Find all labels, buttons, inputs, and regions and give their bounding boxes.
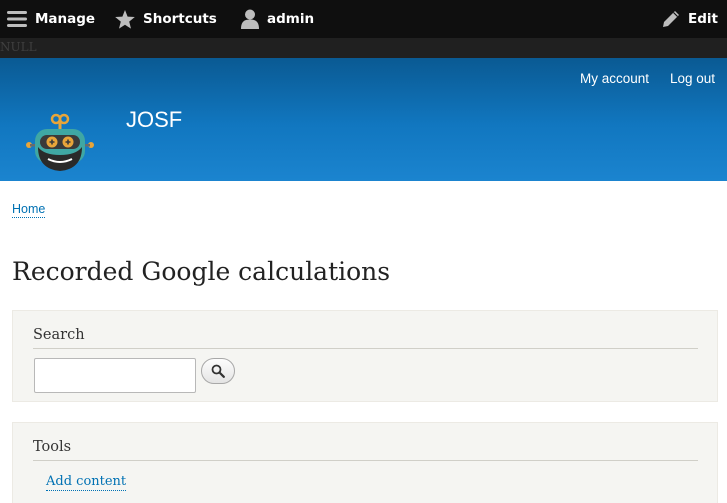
search-icon [211, 364, 225, 378]
star-icon [115, 9, 135, 29]
toolbar-shortcuts-label: Shortcuts [143, 11, 217, 27]
log-out-link[interactable]: Log out [670, 71, 715, 86]
page-title: Recorded Google calculations [12, 257, 391, 286]
search-block-title: Search [33, 327, 85, 343]
hamburger-icon [7, 11, 27, 27]
breadcrumb-home-link[interactable]: Home [12, 202, 46, 218]
toolbar-user-button[interactable]: admin [241, 0, 314, 38]
my-account-link[interactable]: My account [580, 71, 649, 86]
admin-toolbar: Manage Shortcuts admin Edit [0, 0, 727, 38]
toolbar-manage-button[interactable]: Manage [7, 0, 95, 38]
pencil-icon [663, 11, 679, 27]
toolbar-user-label: admin [267, 11, 315, 27]
search-input[interactable] [34, 358, 196, 393]
toolbar-edit-button[interactable]: Edit [662, 0, 718, 38]
site-logo[interactable] [24, 111, 96, 173]
debug-null-text: NULL [0, 40, 37, 54]
tools-block-title: Tools [33, 439, 72, 455]
toolbar-manage-label: Manage [35, 11, 96, 27]
toolbar-edit-label: Edit [688, 11, 718, 27]
search-button[interactable] [201, 358, 235, 384]
user-icon [241, 9, 259, 29]
search-block-divider [33, 348, 698, 349]
search-block: Search [12, 310, 718, 402]
tools-block: Tools Add content [12, 422, 718, 503]
add-content-link[interactable]: Add content [46, 474, 127, 491]
site-name[interactable]: JOSF [126, 106, 182, 134]
robot-logo-icon [26, 113, 94, 171]
toolbar-shortcuts-button[interactable]: Shortcuts [115, 0, 217, 38]
tools-block-divider [33, 460, 698, 461]
debug-strip [0, 38, 727, 58]
